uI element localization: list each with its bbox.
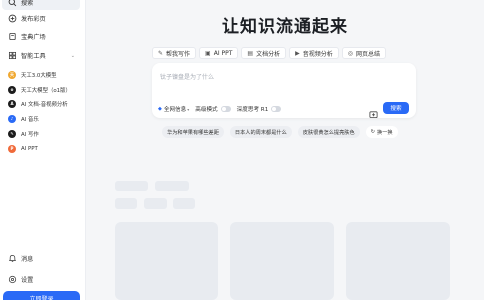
sidebar-tool-writing[interactable]: ✎ AI 写作	[2, 126, 80, 141]
video-icon: ▶	[295, 49, 300, 57]
tab-label: 文档分析	[256, 50, 281, 58]
globe-icon: ◆	[158, 106, 162, 112]
search-input[interactable]: 钛子镍盘是为了什么	[160, 72, 214, 81]
bell-icon	[7, 254, 17, 264]
refresh-label: 换一换	[377, 129, 393, 136]
tiangong-o1-logo-icon: o	[8, 85, 16, 94]
sidebar-tool-doc-analysis[interactable]: A AI 文档-音视频分析	[2, 96, 80, 111]
sidebar-tool-music[interactable]: ♪ AI 音乐	[2, 111, 80, 126]
ppt-icon: P	[8, 144, 16, 153]
advanced-mode-toggle[interactable]	[220, 106, 231, 112]
sidebar-item-library[interactable]: 宝典广场	[2, 29, 80, 44]
book-icon	[7, 32, 17, 42]
deep-think-toggle[interactable]	[271, 106, 282, 112]
tab-writing[interactable]: ✎ 帮我写作	[152, 47, 197, 59]
tab-web-summary[interactable]: ◎ 网页总结	[341, 47, 386, 59]
search-icon	[7, 0, 17, 8]
tiangong-logo-icon: 天	[8, 70, 16, 79]
skeleton-placeholder	[155, 181, 189, 191]
sidebar-tool-label: 天工大模型（o1版）	[21, 87, 71, 94]
option-label: 全网信息	[163, 107, 187, 113]
writing-icon: ✎	[8, 129, 16, 138]
skeleton-card	[346, 222, 450, 300]
sidebar: 搜索 发布彩页 宝典广场 智能工具 ⌄ 天 天工3.0大模型 o 天工大模型（o…	[0, 0, 86, 300]
tab-label: 网页总结	[355, 50, 380, 58]
sidebar-tool-label: AI 音乐	[21, 116, 39, 123]
sidebar-item-label: 搜索	[21, 0, 34, 7]
sidebar-tool-tiangong3[interactable]: 天 天工3.0大模型	[2, 67, 80, 82]
page-title: 让知识流通起来	[222, 17, 348, 37]
search-options: ◆ 全网信息 ▾ 高级模式 深度思考 R1	[158, 105, 287, 113]
music-icon: ♪	[8, 114, 16, 123]
pen-icon: ✎	[158, 49, 164, 57]
sidebar-tool-label: AI 文档-音视频分析	[21, 101, 68, 108]
skeleton-placeholder	[144, 198, 167, 209]
deep-think-option[interactable]: 深度思考 R1	[237, 105, 282, 113]
suggestions: 华为和苹果有哪些差距 日本人的周末都是什么 皮肤很黄怎么提亮肤色 ↻ 换一换	[162, 126, 398, 138]
sidebar-item-label: 智能工具	[21, 53, 46, 60]
doc-analysis-icon: A	[8, 99, 16, 108]
sidebar-item-label: 消息	[21, 256, 34, 263]
sidebar-tool-tiangong-o1[interactable]: o 天工大模型（o1版）	[2, 82, 80, 97]
tab-label: 音视频分析	[302, 50, 333, 58]
refresh-suggestions-button[interactable]: ↻ 换一换	[365, 126, 398, 138]
advanced-mode-option[interactable]: 高级模式	[195, 105, 231, 113]
skeleton-placeholder	[115, 181, 148, 191]
tab-doc-analysis[interactable]: ▤ 文档分析	[241, 47, 287, 59]
plus-circle-icon	[7, 14, 17, 24]
skeleton-placeholder	[115, 198, 137, 209]
login-button[interactable]: 立即登录	[3, 291, 80, 300]
tab-av-analysis[interactable]: ▶ 音视频分析	[289, 47, 339, 59]
ppt-icon: ▣	[205, 49, 211, 57]
search-button[interactable]: 搜索	[383, 102, 409, 114]
gear-icon	[7, 275, 17, 285]
web-info-option[interactable]: ◆ 全网信息 ▾	[158, 105, 189, 113]
sidebar-item-tools[interactable]: 智能工具 ⌄	[2, 48, 80, 63]
sidebar-tool-label: AI 写作	[21, 131, 39, 138]
refresh-icon: ↻	[370, 129, 376, 135]
suggestion-chip[interactable]: 华为和苹果有哪些差距	[162, 126, 224, 138]
tool-tabs: ✎ 帮我写作 ▣ AI PPT ▤ 文档分析 ▶ 音视频分析 ◎ 网页总结	[152, 47, 386, 59]
sidebar-item-publish[interactable]: 发布彩页	[2, 11, 80, 26]
sidebar-item-label: 设置	[21, 277, 34, 284]
sidebar-tool-label: 天工3.0大模型	[21, 72, 57, 79]
sidebar-item-settings[interactable]: 设置	[2, 272, 80, 287]
sidebar-tool-ppt[interactable]: P AI PPT	[2, 141, 80, 156]
skeleton-card	[230, 222, 334, 300]
search-card: 钛子镍盘是为了什么 ◆ 全网信息 ▾ 高级模式 深度思考 R1 搜索	[152, 63, 416, 119]
sidebar-item-label: 发布彩页	[21, 16, 46, 23]
grid-icon	[7, 51, 17, 61]
tab-ai-ppt[interactable]: ▣ AI PPT	[199, 47, 239, 59]
chevron-down-icon: ⌄	[70, 52, 75, 59]
option-label: 深度思考 R1	[236, 107, 269, 113]
tab-label: AI PPT	[213, 49, 233, 57]
web-icon: ◎	[347, 49, 353, 57]
suggestion-chip[interactable]: 日本人的周末都是什么	[229, 126, 292, 138]
tab-label: 帮我写作	[166, 50, 191, 58]
suggestion-chip[interactable]: 皮肤很黄怎么提亮肤色	[297, 126, 360, 138]
option-label: 高级模式	[195, 107, 218, 113]
document-icon: ▤	[247, 49, 254, 57]
skeleton-placeholder	[173, 198, 195, 209]
sidebar-tool-label: AI PPT	[21, 145, 38, 152]
sidebar-item-label: 宝典广场	[21, 34, 46, 41]
chevron-down-icon: ▾	[187, 106, 190, 112]
attach-file-icon[interactable]	[369, 104, 378, 119]
sidebar-item-messages[interactable]: 消息	[2, 251, 80, 266]
sidebar-item-search[interactable]: 搜索	[2, 0, 80, 10]
skeleton-card	[115, 222, 218, 300]
